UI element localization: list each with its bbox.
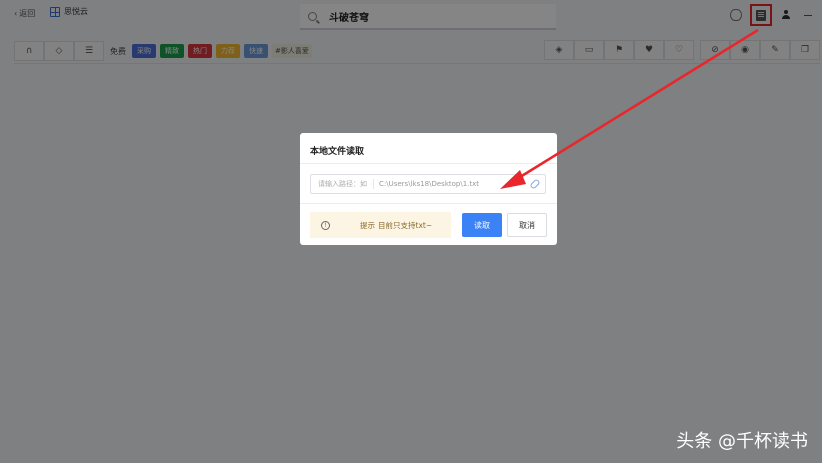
divider [300,163,557,164]
path-placeholder-label: 请输入路径：如 [311,179,374,189]
read-button[interactable]: 读取 [462,213,502,237]
tip-text: 目前只支持txt~ [378,220,433,230]
tip-label: 提示 [360,220,375,230]
link-icon[interactable] [529,178,541,190]
cancel-button[interactable]: 取消 [507,213,547,237]
dialog-title: 本地文件读取 [310,147,365,157]
path-input[interactable]: 请输入路径：如 C:\Users\lks18\Desktop\1.txt [310,174,546,194]
info-icon: ! [321,220,330,230]
path-example[interactable]: C:\Users\lks18\Desktop\1.txt [374,180,530,188]
local-file-dialog: 本地文件读取 请输入路径：如 C:\Users\lks18\Desktop\1.… [300,133,557,245]
watermark: 头条 @千杯读书 [676,431,808,452]
tip-box: ! 提示 目前只支持txt~ [310,212,451,238]
divider [300,203,557,204]
